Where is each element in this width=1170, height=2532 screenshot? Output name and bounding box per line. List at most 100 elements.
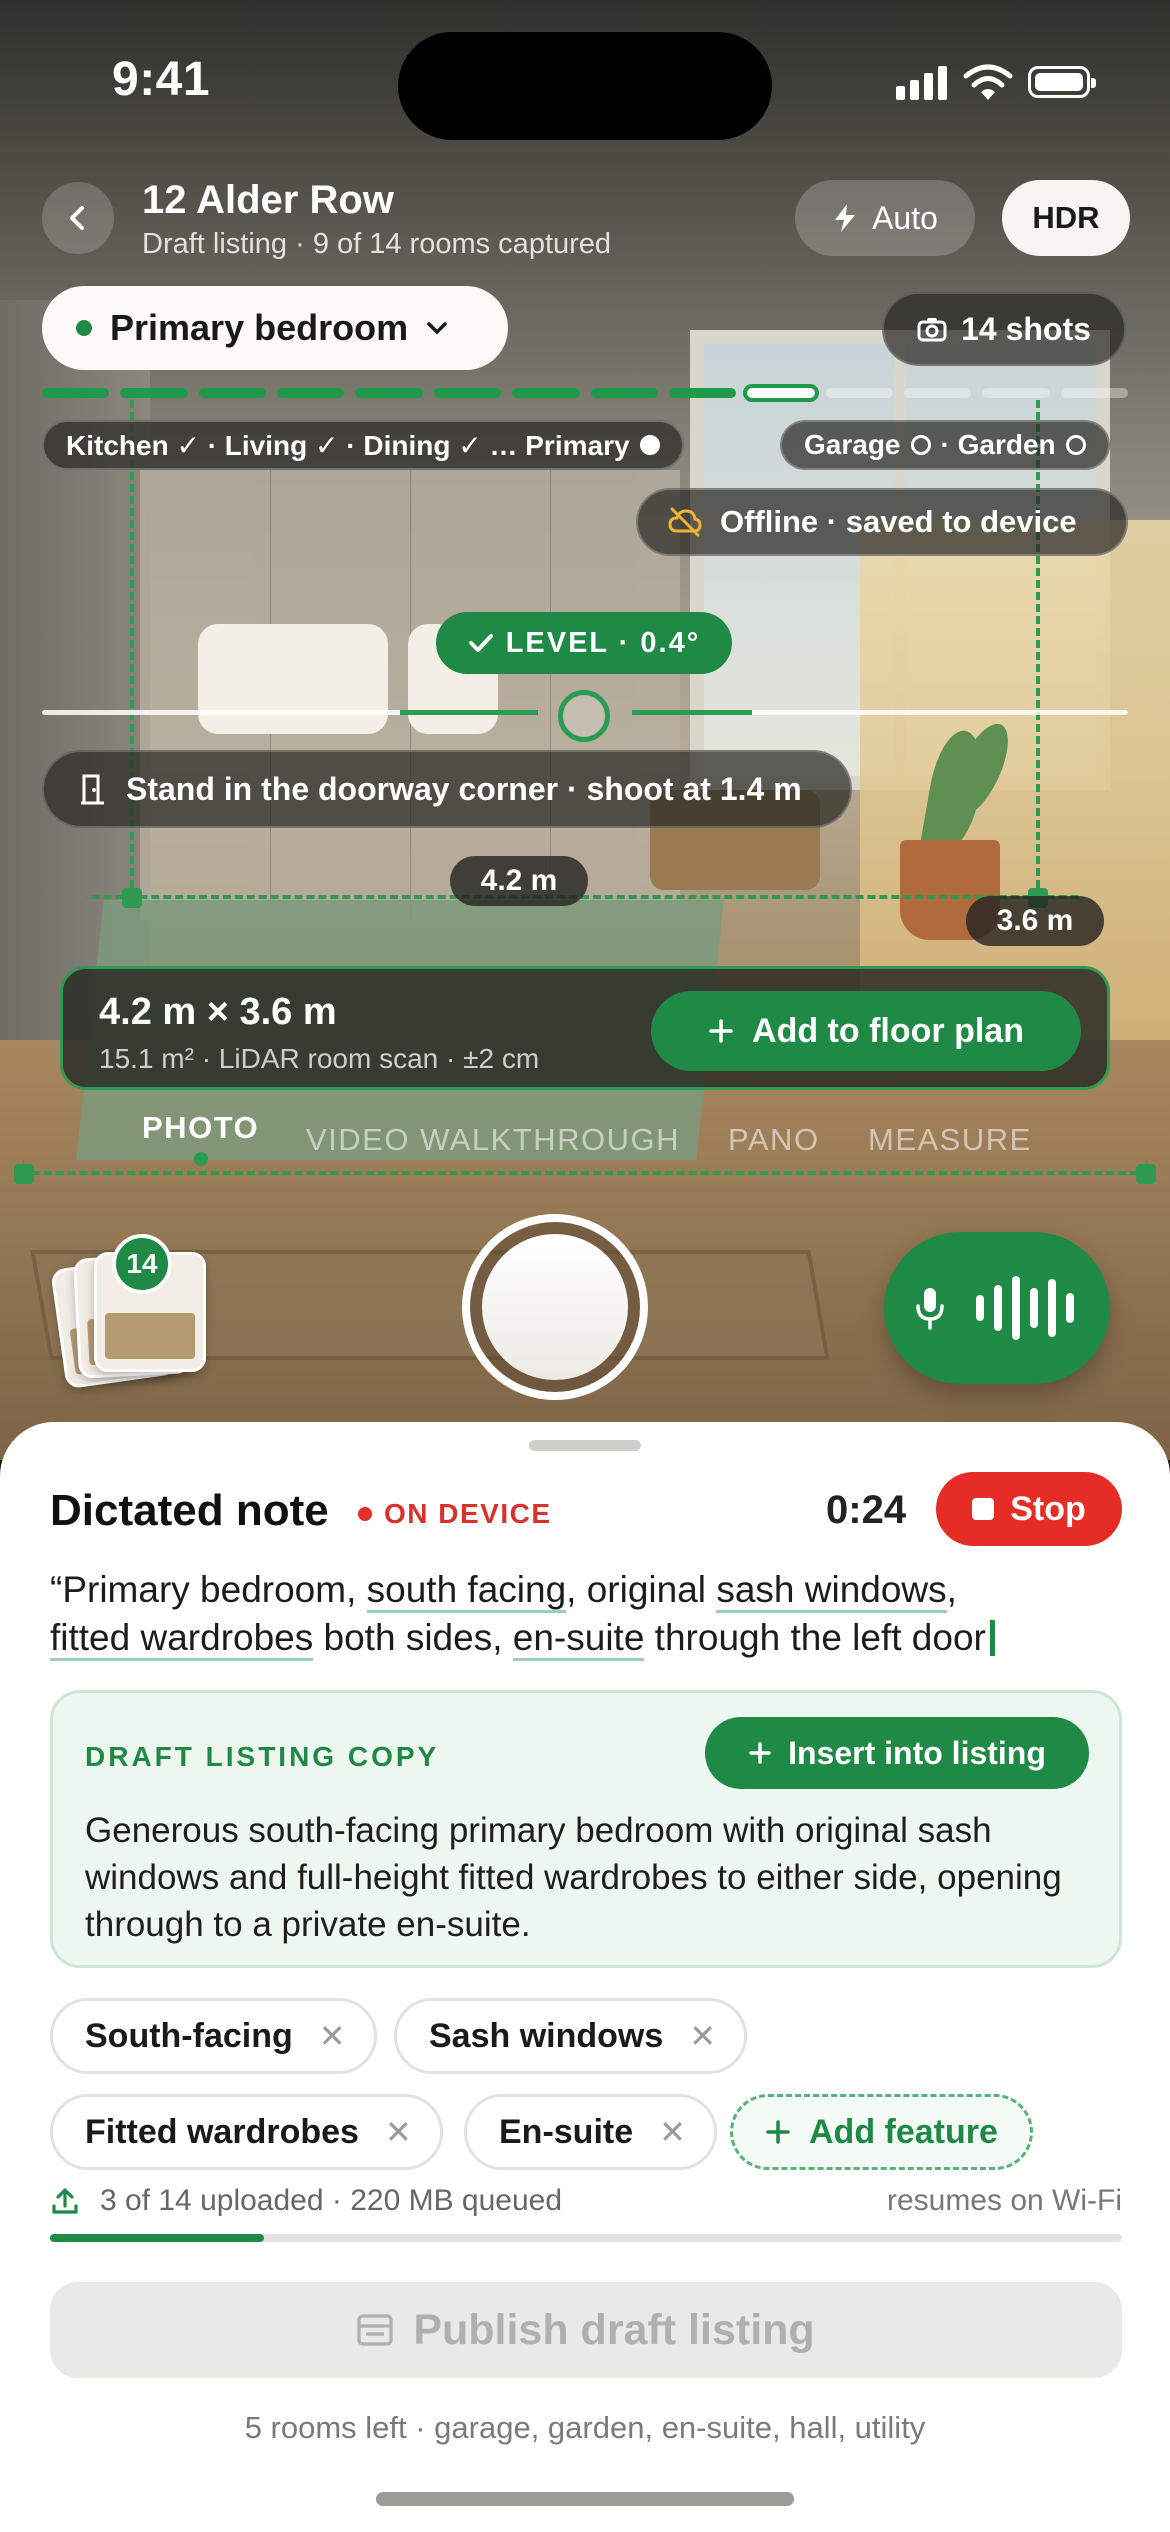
camera-viewfinder[interactable]: 9:41 12 Alder Row Draft listing · 9 of 1… [0, 0, 1170, 1460]
transcript-text: through the left door [644, 1617, 986, 1658]
flash-icon [835, 204, 856, 232]
transcript-keyword: fitted wardrobes [50, 1617, 314, 1661]
publish-label: Publish draft listing [413, 2305, 815, 2354]
feature-chip[interactable]: South-facing ✕ [50, 1998, 377, 2074]
remove-icon[interactable]: ✕ [689, 2017, 716, 2055]
camera-icon [917, 318, 947, 342]
back-button[interactable] [42, 182, 114, 254]
plus-icon [749, 1742, 771, 1764]
shooting-hint: Stand in the doorway corner · shoot at 1… [42, 750, 852, 828]
feature-chip[interactable]: Fitted wardrobes ✕ [50, 2094, 443, 2170]
level-guide-active [400, 710, 538, 715]
home-indicator[interactable] [376, 2492, 794, 2506]
active-mode-dot [194, 1152, 208, 1166]
add-to-floor-plan-button[interactable]: Add to floor plan [651, 991, 1081, 1071]
sheet-grabber[interactable] [529, 1440, 641, 1451]
room-dimensions: 4.2 m × 3.6 m [99, 991, 337, 1033]
gallery-count-badge: 14 [112, 1234, 172, 1294]
room-progress-segment [512, 388, 580, 398]
waveform-icon [971, 1276, 1079, 1340]
recording-dot [358, 1507, 372, 1521]
on-device-badge: ON DEVICE [358, 1498, 552, 1530]
on-device-label: ON DEVICE [384, 1498, 552, 1529]
shots-count-button[interactable]: 14 shots [882, 292, 1126, 366]
insert-into-listing-label: Insert into listing [788, 1734, 1046, 1771]
add-feature-label: Add feature [809, 2112, 998, 2151]
publish-draft-button[interactable]: Publish draft listing [50, 2282, 1122, 2378]
level-badge: LEVEL · 0.4° [436, 612, 732, 674]
mode-photo[interactable]: PHOTO [142, 1110, 259, 1146]
door-icon [81, 774, 104, 805]
remove-icon[interactable]: ✕ [659, 2113, 686, 2151]
current-room-dot [76, 320, 92, 336]
scan-edge [1036, 400, 1040, 900]
rooms-left-note: 5 rooms left · garage, garden, en-suite,… [244, 2410, 926, 2445]
transcript-text: both sides, [313, 1617, 513, 1658]
stop-recording-button[interactable]: Stop [936, 1472, 1122, 1546]
room-selector[interactable]: Primary bedroom [42, 286, 508, 370]
room-progress-segment [590, 388, 658, 398]
shooting-hint-text: Stand in the doorway corner · shoot at 1… [126, 770, 802, 807]
flash-auto-button[interactable]: Auto [795, 180, 975, 256]
captured-rooms-text: Kitchen ✓ · Living ✓ · Dining ✓ … Primar… [66, 429, 630, 461]
draft-listing-label: DRAFT LISTING COPY [85, 1741, 440, 1772]
draft-listing-card: DRAFT LISTING COPY Insert into listing G… [50, 1690, 1122, 1968]
room-progress-segment [42, 388, 110, 398]
voice-dictation-button[interactable] [884, 1232, 1110, 1384]
current-room-indicator [639, 435, 660, 455]
check-icon [468, 634, 493, 652]
add-feature-button[interactable]: Add feature [730, 2094, 1033, 2170]
listing-icon [357, 2314, 393, 2346]
text-caret [989, 1620, 995, 1656]
remove-icon[interactable]: ✕ [319, 2017, 346, 2055]
wifi-icon [963, 64, 1013, 100]
room-dimensions-card: 4.2 m × 3.6 m 15.1 m² · LiDAR room scan … [60, 966, 1110, 1090]
offline-label: Offline · saved to device [720, 504, 1077, 539]
hdr-toggle[interactable]: HDR [1002, 180, 1130, 256]
recording-timer: 0:24 [826, 1488, 907, 1532]
shutter-button[interactable] [462, 1214, 648, 1400]
battery-icon [1028, 66, 1096, 98]
feature-chip[interactable]: Sash windows ✕ [394, 1998, 748, 2074]
mode-measure[interactable]: MEASURE [868, 1122, 1032, 1158]
scene-pillow [198, 624, 388, 734]
level-label: LEVEL · 0.4° [505, 626, 701, 659]
capture-mode-switcher: PHOTO VIDEO WALKTHROUGH PANO MEASURE [0, 1110, 1170, 1170]
upload-status-text: 3 of 14 uploaded · 220 MB queued [100, 2184, 563, 2217]
upload-status: 3 of 14 uploaded · 220 MB queued resumes… [50, 2184, 1122, 2224]
remove-icon[interactable]: ✕ [385, 2113, 412, 2151]
listing-title: 12 Alder Row [142, 178, 394, 222]
insert-into-listing-button[interactable]: Insert into listing [705, 1717, 1089, 1789]
dictated-note-title: Dictated note [50, 1486, 329, 1535]
shots-count-label: 14 shots [961, 310, 1091, 347]
remaining-room-garden: · Garden [940, 429, 1056, 460]
level-indicator [558, 690, 610, 742]
room-progress-segment [668, 388, 737, 398]
remaining-rooms-summary[interactable]: Garage · Garden [780, 420, 1110, 470]
room-progress-segment [825, 388, 893, 398]
captured-rooms-summary[interactable]: Kitchen ✓ · Living ✓ · Dining ✓ … Primar… [42, 420, 684, 470]
dictation-transcript[interactable]: “Primary bedroom, south facing, original… [50, 1566, 1130, 1662]
stop-icon [972, 1498, 995, 1520]
transcript-keyword: en-suite [512, 1617, 645, 1661]
mode-video-walkthrough[interactable]: VIDEO WALKTHROUGH [306, 1122, 680, 1158]
depth-measurement-tag: 3.6 m [966, 896, 1104, 946]
room-progress-segment [355, 388, 423, 398]
width-measurement-tag: 4.2 m [450, 856, 588, 906]
mode-pano[interactable]: PANO [728, 1122, 820, 1158]
feature-chip-label: Fitted wardrobes [85, 2112, 359, 2151]
room-scan-meta: 15.1 m² · LiDAR room scan · ±2 cm [99, 1043, 540, 1074]
plus-icon [709, 1019, 733, 1043]
draft-listing-text[interactable]: Generous south-facing primary bedroom wi… [85, 1807, 1085, 1948]
remaining-room-garage: Garage [804, 429, 901, 460]
room-progress-segment [433, 388, 502, 398]
feature-chip[interactable]: En-suite ✕ [464, 2094, 717, 2170]
upload-resume-note: resumes on Wi-Fi [886, 2184, 1122, 2217]
cloud-off-icon [668, 507, 702, 537]
room-progress-segments [42, 388, 1129, 404]
offline-status: Offline · saved to device [636, 488, 1128, 556]
scan-corner [122, 888, 142, 908]
room-progress-segment [277, 388, 345, 398]
chevron-left-icon [70, 206, 84, 230]
empty-ring-icon [1065, 435, 1086, 455]
